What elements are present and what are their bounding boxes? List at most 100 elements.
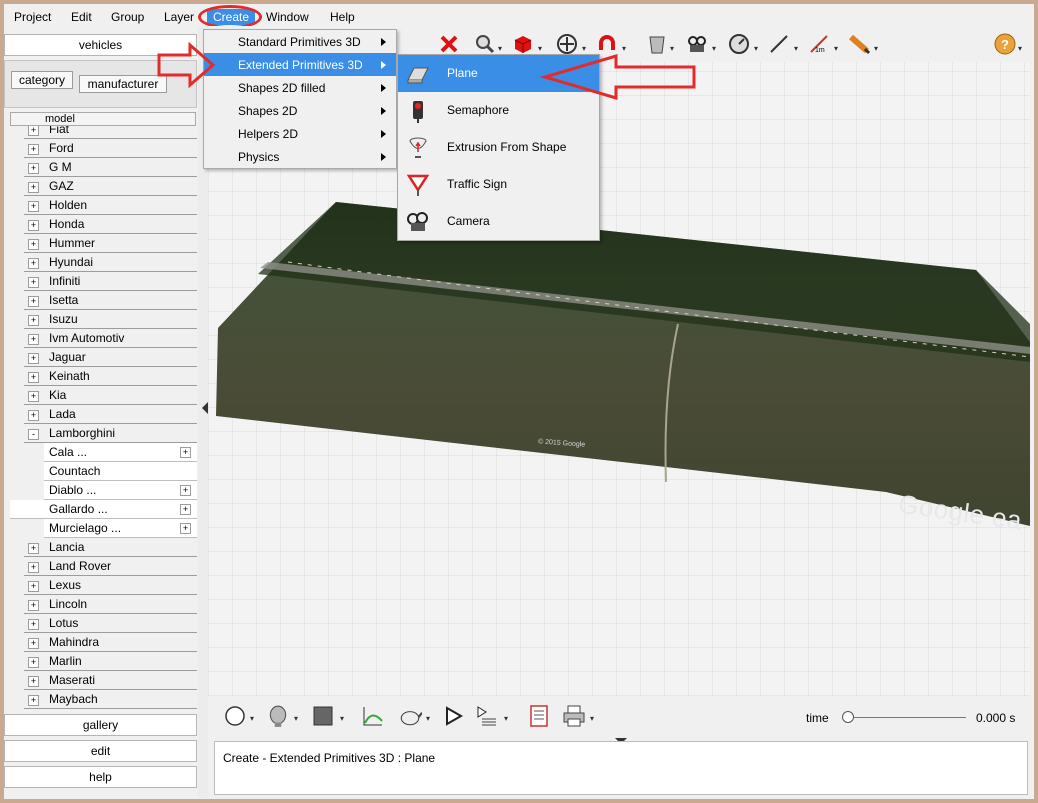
expand-icon[interactable]: + (28, 126, 39, 136)
measure-icon[interactable]: 1m (808, 33, 830, 55)
line-icon[interactable] (768, 33, 790, 55)
tree-brand-item[interactable]: + Ford (24, 139, 197, 158)
menu-helpers-2d[interactable]: Helpers 2D (204, 122, 396, 145)
pencil-icon[interactable] (848, 33, 870, 55)
time-slider-knob[interactable] (842, 711, 854, 723)
tree-brand-item[interactable]: + Infiniti (24, 272, 197, 291)
menu-camera[interactable]: Camera (398, 203, 599, 240)
expand-icon[interactable]: + (28, 258, 39, 269)
expand-icon[interactable]: + (28, 182, 39, 193)
tree-brand-item[interactable]: + Lancia (24, 538, 197, 557)
expand-icon[interactable]: + (28, 372, 39, 383)
tree-brand-item[interactable]: + Hummer (24, 234, 197, 253)
magnet-icon[interactable] (596, 33, 618, 55)
menu-shapes-2d[interactable]: Shapes 2D (204, 99, 396, 122)
collapse-icon[interactable]: - (28, 429, 39, 440)
zoom-icon[interactable] (474, 33, 496, 55)
tree-brand-item[interactable]: + Land Rover (24, 557, 197, 576)
expand-icon[interactable]: + (28, 619, 39, 630)
menu-layer[interactable]: Layer (164, 10, 194, 24)
tree-brand-item[interactable]: + Lotus (24, 614, 197, 633)
menu-window[interactable]: Window (266, 10, 309, 24)
tree-model-item[interactable]: Cala ... + (44, 443, 197, 462)
color-square-icon[interactable] (312, 705, 334, 727)
tree-brand-item[interactable]: + Maybach (24, 690, 197, 709)
head-icon[interactable] (266, 704, 290, 728)
tree-brand-item[interactable]: + Ivm Automotiv (24, 329, 197, 348)
tree-brand-item[interactable]: + Kia (24, 386, 197, 405)
tree-brand-item[interactable]: + Lexus (24, 576, 197, 595)
teapot-icon[interactable] (398, 704, 422, 728)
tree-brand-item[interactable]: + Isuzu (24, 310, 197, 329)
tree-model-item[interactable]: Countach (44, 462, 197, 481)
expand-icon[interactable]: + (28, 277, 39, 288)
menu-extrusion-from-shape[interactable]: Extrusion From Shape (398, 129, 599, 166)
expand-icon[interactable]: + (28, 144, 39, 155)
expand-icon[interactable]: + (180, 523, 191, 534)
time-slider-track[interactable] (848, 717, 966, 718)
expand-icon[interactable]: + (28, 676, 39, 687)
help-button[interactable]: help (4, 766, 197, 788)
tree-brand-item[interactable]: + Honda (24, 215, 197, 234)
manufacturer-chip[interactable]: manufacturer (79, 75, 167, 93)
play-icon[interactable] (442, 705, 464, 727)
menu-physics[interactable]: Physics (204, 145, 396, 168)
tree-brand-item[interactable]: + Holden (24, 196, 197, 215)
tree-brand-item[interactable]: + Marlin (24, 652, 197, 671)
expand-icon[interactable]: + (28, 657, 39, 668)
tree-brand-item[interactable]: + G M (24, 158, 197, 177)
expand-icon[interactable]: + (28, 163, 39, 174)
menu-edit[interactable]: Edit (71, 10, 92, 24)
menu-standard-primitives-3d[interactable]: Standard Primitives 3D (204, 30, 396, 53)
curve-icon[interactable] (362, 705, 384, 727)
tree-model-item[interactable]: Diablo ... + (44, 481, 197, 500)
expand-icon[interactable]: + (28, 562, 39, 573)
tree-brand-item[interactable]: + Hyundai (24, 253, 197, 272)
tree-brand-item[interactable]: + Jaguar (24, 348, 197, 367)
help-icon[interactable]: ? (994, 33, 1016, 55)
edit-button[interactable]: edit (4, 740, 197, 762)
tree-brand-item[interactable]: + Maserati (24, 671, 197, 690)
category-chip[interactable]: category (11, 71, 73, 89)
list-play-icon[interactable] (476, 705, 498, 727)
menu-plane[interactable]: Plane (398, 55, 599, 92)
tree-model-item[interactable]: Gallardo ... + (10, 500, 197, 519)
tree-brand-item[interactable]: - Lamborghini (24, 424, 197, 443)
trash-icon[interactable] (646, 33, 668, 55)
tree-brand-item[interactable]: + Isetta (24, 291, 197, 310)
expand-icon[interactable]: + (28, 391, 39, 402)
expand-icon[interactable]: + (180, 485, 191, 496)
expand-icon[interactable]: + (28, 638, 39, 649)
vehicles-button[interactable]: vehicles (4, 34, 197, 56)
menu-help[interactable]: Help (330, 10, 355, 24)
cube-icon[interactable] (512, 33, 534, 55)
expand-icon[interactable]: + (28, 695, 39, 706)
tree-brand-item[interactable]: + Mahindra (24, 633, 197, 652)
gallery-button[interactable]: gallery (4, 714, 197, 736)
expand-icon[interactable]: + (28, 353, 39, 364)
expand-icon[interactable]: + (28, 220, 39, 231)
expand-icon[interactable]: + (180, 447, 191, 458)
menu-project[interactable]: Project (14, 10, 51, 24)
gauge-icon[interactable] (728, 33, 750, 55)
tree-model-item[interactable]: Murcielago ... + (44, 519, 197, 538)
menu-traffic-sign[interactable]: Traffic Sign (398, 166, 599, 203)
expand-icon[interactable]: + (28, 201, 39, 212)
expand-icon[interactable]: + (28, 600, 39, 611)
expand-icon[interactable]: + (28, 543, 39, 554)
delete-icon[interactable] (438, 33, 460, 55)
menu-semaphore[interactable]: Semaphore (398, 92, 599, 129)
expand-icon[interactable]: + (28, 410, 39, 421)
tree-brand-item[interactable]: + Fiat (24, 126, 197, 139)
expand-icon[interactable]: + (28, 296, 39, 307)
tree-brand-item[interactable]: + Keinath (24, 367, 197, 386)
tree-brand-item[interactable]: + Lincoln (24, 595, 197, 614)
tree-brand-item[interactable]: + GAZ (24, 177, 197, 196)
menu-shapes-2d-filled[interactable]: Shapes 2D filled (204, 76, 396, 99)
tree-brand-item[interactable]: + Lada (24, 405, 197, 424)
circle-shape-icon[interactable] (224, 705, 246, 727)
expand-icon[interactable]: + (180, 504, 191, 515)
printer-icon[interactable] (562, 704, 586, 728)
expand-icon[interactable]: + (28, 315, 39, 326)
model-column-header[interactable]: model (10, 112, 196, 126)
